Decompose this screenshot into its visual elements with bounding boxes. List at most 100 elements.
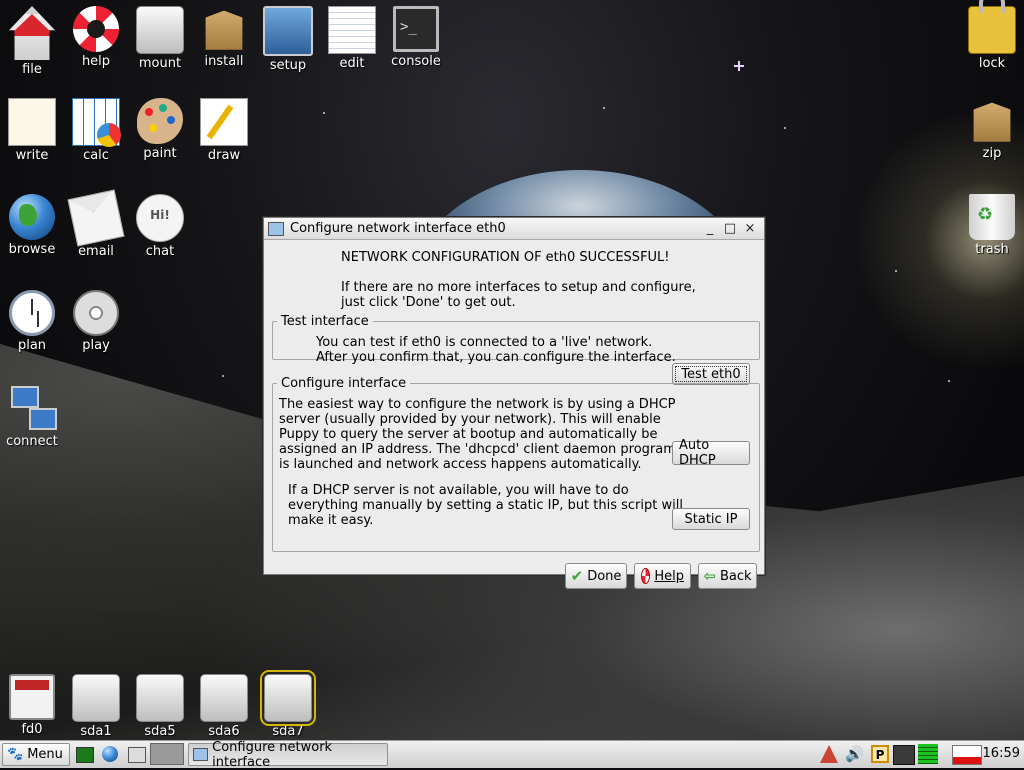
clock[interactable]: 16:59 (983, 746, 1020, 761)
desktop-icon-calc[interactable]: calc (64, 98, 128, 163)
drive-icon-sda1[interactable]: sda1 (64, 674, 128, 739)
maximize-button[interactable]: □ (720, 221, 740, 236)
desktop-icon-write[interactable]: write (0, 98, 64, 163)
window-icon (268, 221, 284, 236)
desktop-icon-trash[interactable]: trash (960, 194, 1024, 257)
desktop-icon-install[interactable]: install (192, 6, 256, 69)
desktop-icon-email[interactable]: email (64, 189, 128, 259)
paw-icon: 🐾 (7, 747, 24, 762)
desktop-icon-label: calc (83, 148, 109, 163)
p-icon[interactable]: P (871, 745, 889, 763)
desktop-icon-label: file (22, 62, 42, 77)
desktop-icon-mount[interactable]: mount (128, 6, 192, 71)
desktop-icon-label: console (391, 54, 441, 69)
star-sparkle (734, 61, 744, 71)
desktop-icon-setup[interactable]: setup (256, 6, 320, 73)
desktop-icon-edit[interactable]: edit (320, 6, 384, 71)
desktop-icon-label: browse (8, 242, 56, 257)
desktop-icon-label: zip (982, 146, 1002, 161)
done-button[interactable]: ✔ Done (565, 563, 627, 589)
terminal-launcher-icon[interactable] (128, 747, 146, 763)
desktop-icon-plan[interactable]: plan (0, 290, 64, 353)
intro-text-line: If there are no more interfaces to setup… (341, 280, 696, 295)
menu-button-label: Menu (27, 747, 63, 762)
clock-icon (9, 290, 55, 336)
desktop-icon-lock[interactable]: lock (960, 0, 1024, 71)
palette-icon (137, 98, 183, 144)
network-status-icon[interactable] (893, 745, 915, 765)
terminal-icon: >_ (393, 6, 439, 52)
speech-bubble-icon: Hi! (136, 194, 184, 242)
test-text-line: After you confirm that, you can configur… (316, 350, 676, 365)
desktop-icon-zip[interactable]: zip (960, 98, 1024, 161)
menu-button[interactable]: 🐾 Menu (2, 743, 70, 766)
auto-dhcp-button[interactable]: Auto DHCP (672, 438, 750, 468)
memory-icon[interactable] (918, 744, 938, 764)
static-text-line: everything manually by setting a static … (288, 498, 683, 513)
help-button[interactable]: Help (634, 563, 691, 589)
test-text-line: You can test if eth0 is connected to a '… (316, 335, 653, 350)
test-interface-legend: Test interface (281, 314, 369, 329)
drawing-icon (200, 98, 248, 146)
workspace-pager[interactable] (150, 743, 184, 765)
static-text-line: If a DHCP server is not available, you w… (288, 483, 629, 498)
taskbar-task-configure-network[interactable]: Configure network interface (188, 740, 388, 770)
network-config-dialog: Configure network interface eth0 _ □ × N… (263, 217, 765, 589)
star (323, 112, 325, 114)
drive-icon-sda6[interactable]: sda6 (192, 674, 256, 739)
drive-label: sda6 (208, 724, 240, 739)
dhcp-text-line: The easiest way to configure the network… (279, 397, 676, 412)
volume-icon[interactable]: 🔊 (845, 745, 864, 763)
star (895, 270, 897, 272)
desktop-icon-file[interactable]: file (0, 6, 64, 77)
dhcp-text-line: is launched and network access happens a… (279, 457, 642, 472)
envelope-icon (67, 189, 125, 247)
archive-box-icon (973, 102, 1011, 142)
desktop-icon-label: draw (207, 148, 241, 163)
browser-launcher-icon[interactable] (102, 746, 118, 762)
document-icon (8, 98, 56, 146)
cpu-graph-icon[interactable] (952, 745, 982, 765)
desktop-icon-label: setup (269, 58, 307, 73)
help-button-label: Help (654, 568, 684, 584)
star (222, 375, 224, 377)
desktop-icon-label: trash (975, 242, 1009, 257)
desktop-icon-label: install (204, 54, 244, 69)
desktop-icon-chat[interactable]: Hi! chat (128, 194, 192, 259)
desktop-icon-browse[interactable]: browse (0, 194, 64, 257)
close-button[interactable]: × (740, 221, 760, 236)
padlock-icon (968, 0, 1016, 54)
back-button-label: Back (720, 568, 752, 584)
desktop-icon-help[interactable]: help (64, 6, 128, 69)
dialog-titlebar[interactable]: Configure network interface eth0 _ □ × (264, 218, 764, 240)
static-ip-button[interactable]: Static IP (672, 508, 750, 530)
desktop-icon-label: lock (978, 56, 1006, 71)
back-button[interactable]: ⇦ Back (698, 563, 757, 589)
drive-label: sda7 (272, 724, 304, 739)
drive-label: sda1 (80, 724, 112, 739)
desktop-icon-connect[interactable]: connect (0, 386, 64, 449)
drive-label: sda5 (144, 724, 176, 739)
globe-icon (9, 194, 55, 240)
desktop-icon-label: connect (6, 434, 58, 449)
firewall-icon[interactable] (820, 745, 838, 763)
minimize-button[interactable]: _ (700, 221, 720, 236)
lifebuoy-icon (73, 6, 119, 52)
drive-icon-sda7[interactable]: sda7 (256, 670, 320, 739)
desktop-icon-label: help (81, 54, 111, 69)
monitor-tools-icon (263, 6, 313, 56)
dhcp-text-line: Puppy to query the server at bootup and … (279, 427, 658, 442)
taskbar: 🐾 Menu Configure network interface 🔊 P 1… (0, 740, 1024, 770)
desktop-icon-console[interactable]: >_ console (384, 6, 448, 69)
configure-interface-legend: Configure interface (281, 376, 407, 391)
show-desktop-icon[interactable] (76, 747, 94, 763)
task-label: Configure network interface (212, 739, 333, 770)
drive-icon-sda5[interactable]: sda5 (128, 674, 192, 739)
desktop-icon-play[interactable]: play (64, 290, 128, 353)
desktop-icon-paint[interactable]: paint (128, 98, 192, 161)
desktop-icon-draw[interactable]: draw (192, 98, 256, 163)
spreadsheet-icon (72, 98, 121, 147)
drive-icon-fd0[interactable]: fd0 (0, 674, 64, 737)
home-folder-icon (9, 6, 55, 60)
desktop-icon-label: paint (143, 146, 177, 161)
